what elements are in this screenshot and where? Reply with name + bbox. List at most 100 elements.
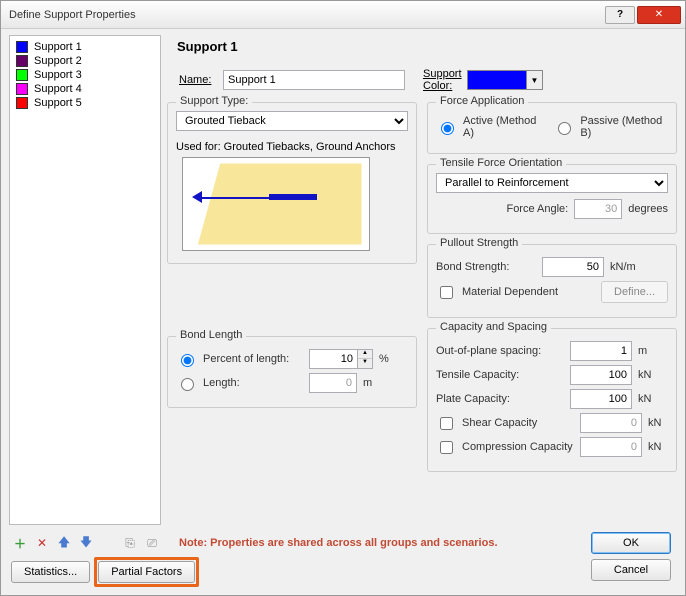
tensile-cap-input[interactable] (570, 365, 632, 385)
plate-cap-label: Plate Capacity: (436, 393, 564, 405)
chevron-down-icon: ▼ (526, 71, 542, 89)
support-list-item[interactable]: Support 4 (12, 82, 158, 96)
copy-icon[interactable]: ⎘ (121, 534, 139, 552)
active-radio[interactable] (441, 122, 454, 135)
support-list-item[interactable]: Support 2 (12, 54, 158, 68)
filter-icon[interactable]: ⎚ (143, 534, 161, 552)
bond-strength-input[interactable] (542, 257, 604, 277)
close-button[interactable]: ✕ (637, 6, 681, 24)
bond-strength-label: Bond Strength: (436, 261, 536, 273)
support-label: Support 5 (34, 97, 82, 109)
group-legend: Capacity and Spacing (436, 321, 551, 333)
percent-radio[interactable] (181, 354, 194, 367)
help-button[interactable]: ? (605, 6, 635, 24)
bond-strength-unit: kN/m (610, 261, 636, 273)
support-color-picker[interactable]: ▼ (467, 70, 543, 90)
force-angle-label: Force Angle: (506, 203, 568, 215)
footer: ＋ ✕ 🡅 🡇 ⎘ ⎚ Note: Properties are shared … (1, 533, 685, 595)
length-label: Length: (203, 377, 303, 389)
shear-unit: kN (648, 417, 661, 429)
properties-pane: Support 1 Name: Support Color: ▼ Support… (167, 35, 677, 525)
oop-unit: m (638, 345, 647, 357)
dialog-body: Support 1 Support 2 Support 3 Support 4 … (1, 29, 685, 533)
color-swatch (468, 71, 526, 89)
spinner-buttons[interactable]: ▲▼ (357, 349, 373, 369)
bond-length-group: Bond Length Percent of length: ▲▼ % (167, 336, 417, 408)
length-radio[interactable] (181, 378, 194, 391)
support-label: Support 2 (34, 55, 82, 67)
up-icon[interactable]: 🡅 (55, 534, 73, 552)
force-angle-input (574, 199, 622, 219)
material-dependent-check[interactable] (440, 286, 453, 299)
name-label: Name: (179, 74, 217, 86)
support-color-label: Support Color: (423, 68, 461, 92)
support-label: Support 1 (34, 41, 82, 53)
statistics-button[interactable]: Statistics... (11, 561, 90, 583)
support-list-item[interactable]: Support 3 (12, 68, 158, 82)
percent-input[interactable] (309, 349, 357, 369)
compression-unit: kN (648, 441, 661, 453)
shear-input (580, 413, 642, 433)
oop-input[interactable] (570, 341, 632, 361)
passive-label: Passive (Method B) (580, 115, 668, 139)
plate-cap-unit: kN (638, 393, 651, 405)
shear-check[interactable] (440, 417, 453, 430)
partial-factors-button[interactable]: Partial Factors (98, 561, 195, 583)
support-label: Support 3 (34, 69, 82, 81)
highlight-marker: Partial Factors (94, 557, 199, 587)
window-title: Define Support Properties (9, 9, 603, 21)
tensile-orientation-group: Tensile Force Orientation Parallel to Re… (427, 164, 677, 234)
ok-cancel-group: OK Cancel (591, 532, 671, 581)
dialog-window: Define Support Properties ? ✕ Support 1 … (0, 0, 686, 596)
passive-radio[interactable] (558, 122, 571, 135)
group-legend: Bond Length (176, 329, 246, 341)
delete-icon[interactable]: ✕ (33, 534, 51, 552)
define-button: Define... (601, 281, 668, 303)
pullout-strength-group: Pullout Strength Bond Strength: kN/m Mat… (427, 244, 677, 318)
tensile-cap-unit: kN (638, 369, 651, 381)
color-swatch (16, 55, 28, 67)
compression-input (580, 437, 642, 457)
support-header: Support 1 (177, 39, 238, 54)
support-list-item[interactable]: Support 1 (12, 40, 158, 54)
tensile-orientation-select[interactable]: Parallel to Reinforcement (436, 173, 668, 193)
color-swatch (16, 83, 28, 95)
compression-label: Compression Capacity (462, 441, 574, 453)
down-icon[interactable]: 🡇 (77, 534, 95, 552)
material-dependent-label: Material Dependent (462, 286, 558, 298)
group-legend: Pullout Strength (436, 237, 522, 249)
shared-note: Note: Properties are shared across all g… (179, 537, 498, 549)
length-unit: m (363, 377, 372, 389)
support-illustration (182, 157, 370, 251)
length-input (309, 373, 357, 393)
cancel-button[interactable]: Cancel (591, 559, 671, 581)
name-input[interactable] (223, 70, 405, 90)
compression-check[interactable] (440, 441, 453, 454)
percent-spinner[interactable]: ▲▼ (309, 349, 373, 369)
tensile-cap-label: Tensile Capacity: (436, 369, 564, 381)
color-swatch (16, 41, 28, 53)
support-list: Support 1 Support 2 Support 3 Support 4 … (9, 35, 161, 525)
percent-unit: % (379, 353, 389, 365)
active-label: Active (Method A) (463, 115, 542, 139)
titlebar: Define Support Properties ? ✕ (1, 1, 685, 29)
support-type-select[interactable]: Grouted Tieback (176, 111, 408, 131)
oop-label: Out-of-plane spacing: (436, 345, 564, 357)
support-type-group: Support Type: Grouted Tieback Used for: … (167, 102, 417, 264)
capacity-spacing-group: Capacity and Spacing Out-of-plane spacin… (427, 328, 677, 472)
used-for-text: Used for: Grouted Tiebacks, Ground Ancho… (176, 141, 408, 153)
color-swatch (16, 69, 28, 81)
shear-label: Shear Capacity (462, 417, 574, 429)
support-label: Support 4 (34, 83, 82, 95)
force-angle-unit: degrees (628, 203, 668, 215)
percent-label: Percent of length: (203, 353, 303, 365)
color-swatch (16, 97, 28, 109)
add-icon[interactable]: ＋ (11, 534, 29, 552)
group-legend: Force Application (436, 95, 528, 107)
support-list-item[interactable]: Support 5 (12, 96, 158, 110)
plate-cap-input[interactable] (570, 389, 632, 409)
group-legend: Support Type: (176, 95, 252, 107)
ok-button[interactable]: OK (591, 532, 671, 554)
group-legend: Tensile Force Orientation (436, 157, 566, 169)
force-application-group: Force Application Active (Method A) Pass… (427, 102, 677, 154)
